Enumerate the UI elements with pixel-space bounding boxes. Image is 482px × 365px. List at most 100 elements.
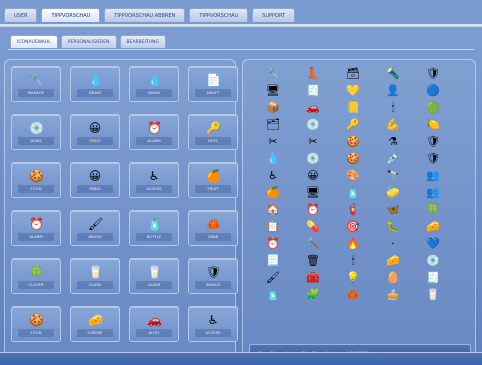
icon-slot[interactable]: ⏰ ALARM <box>129 114 179 150</box>
icon-slot[interactable]: 🧴 BOTTLE <box>129 210 179 246</box>
library-icon[interactable]: 🦋 <box>373 202 413 217</box>
library-icon[interactable]: 🖌 <box>253 270 293 285</box>
icon-slot[interactable]: 🍀 CLOVER <box>11 258 61 294</box>
icon-slot[interactable]: 🖌 BRUSH <box>70 210 120 246</box>
library-icon[interactable]: 🖥 <box>253 83 293 98</box>
library-icon[interactable]: 🍀 <box>413 202 453 217</box>
library-icon[interactable]: 📦 <box>253 100 293 115</box>
library-icon[interactable]: 🔑 <box>333 117 373 132</box>
tab-support[interactable]: SUPPORT <box>252 8 296 22</box>
library-icon[interactable]: 🧾 <box>293 83 333 98</box>
library-icon[interactable]: 🕯 <box>333 253 373 268</box>
library-icon[interactable]: 🦀 <box>333 287 373 302</box>
library-icon[interactable]: 🔦 <box>373 66 413 81</box>
library-icon[interactable]: 💿 <box>293 151 333 166</box>
library-icon[interactable]: 🗂 <box>253 117 293 132</box>
icon-slot[interactable]: 📄 DRAFT <box>188 66 238 102</box>
icon-slot[interactable]: 💿 DISKS <box>11 114 61 150</box>
library-icon[interactable]: 🥛 <box>413 287 453 302</box>
library-icon[interactable]: 🔭 <box>373 168 413 183</box>
library-icon[interactable]: 🧀 <box>373 253 413 268</box>
tab-user[interactable]: USER <box>4 8 38 22</box>
library-icon[interactable]: 🍋 <box>413 117 453 132</box>
library-icon[interactable]: 🕯 <box>373 100 413 115</box>
library-icon[interactable]: ✂ <box>293 134 333 149</box>
icon-slot[interactable]: 🚗 AUTO <box>129 306 179 342</box>
library-icon[interactable]: 🍊 <box>253 185 293 200</box>
library-icon[interactable]: 💿 <box>293 117 333 132</box>
library-icon[interactable]: 💉 <box>373 151 413 166</box>
library-icon[interactable]: 📒 <box>333 100 373 115</box>
library-icon[interactable]: 🔵 <box>413 83 453 98</box>
icon-slot[interactable]: 🥛 GLASS <box>70 258 120 294</box>
library-icon[interactable]: 💧 <box>253 151 293 166</box>
library-icon[interactable]: 💙 <box>413 236 453 251</box>
icon-slot[interactable]: 😀 SMILE <box>70 162 120 198</box>
library-icon[interactable]: 🧀 <box>413 219 453 234</box>
library-icon[interactable]: 🗑 <box>293 253 333 268</box>
library-icon[interactable]: 🧩 <box>293 287 333 302</box>
library-icon[interactable]: ⏰ <box>253 236 293 251</box>
library-icon[interactable]: 🧰 <box>293 270 333 285</box>
library-icon[interactable]: 🐛 <box>373 219 413 234</box>
library-icon[interactable]: 💊 <box>293 219 333 234</box>
tab-tippvorschau-abbren[interactable]: TIPPVORSCHAU ABBREN <box>104 8 186 22</box>
icon-slot[interactable]: 🍪 FOOD <box>11 162 61 198</box>
library-icon[interactable]: 🚗 <box>293 100 333 115</box>
library-icon[interactable]: 🗃 <box>333 66 373 81</box>
library-icon[interactable]: ⚗ <box>373 134 413 149</box>
library-icon[interactable]: 📃 <box>253 253 293 268</box>
library-icon[interactable]: 🔨 <box>293 236 333 251</box>
library-icon[interactable]: 🧴 <box>333 185 373 200</box>
library-icon[interactable]: 🥚 <box>373 270 413 285</box>
library-icon[interactable]: 💛 <box>333 83 373 98</box>
library-icon[interactable]: 💿 <box>413 253 453 268</box>
library-icon[interactable]: 🧯 <box>333 202 373 217</box>
library-icon[interactable]: 🔥 <box>333 236 373 251</box>
library-icon[interactable]: 🍪 <box>333 134 373 149</box>
library-icon[interactable]: 🎨 <box>333 168 373 183</box>
library-icon[interactable]: · <box>373 236 413 251</box>
icon-slot[interactable]: 💧 DRAIN <box>129 66 179 102</box>
icon-slot[interactable]: ♿ ACCESS <box>129 162 179 198</box>
library-icon[interactable]: 🥧 <box>373 287 413 302</box>
icon-slot[interactable]: 💧 DRAIN <box>70 66 120 102</box>
subtab-bearbeitung[interactable]: BEARBEITUNG <box>119 35 166 48</box>
library-icon[interactable]: 🛡 <box>413 151 453 166</box>
icon-slot[interactable]: 🛡 SHIELD <box>188 258 238 294</box>
icon-slot[interactable]: 🦀 CRAB <box>188 210 238 246</box>
library-icon[interactable]: 🛡 <box>413 66 453 81</box>
library-icon[interactable]: 👥 <box>413 168 453 183</box>
tab-tippvorschau-2[interactable]: TIPPVORSCHAU <box>189 8 249 22</box>
library-icon[interactable]: 🔧 <box>253 66 293 81</box>
library-icon[interactable]: ♿ <box>253 168 293 183</box>
library-icon[interactable]: 🍪 <box>333 151 373 166</box>
icon-slot[interactable]: ♿ ACCESS <box>188 306 238 342</box>
library-icon[interactable]: 👥 <box>413 185 453 200</box>
library-icon[interactable]: 🧾 <box>413 270 453 285</box>
library-icon[interactable]: ⏰ <box>293 202 333 217</box>
icon-slot[interactable]: 🧀 CHEESE <box>70 306 120 342</box>
library-icon[interactable]: 👢 <box>293 66 333 81</box>
icon-slot[interactable]: 🔑 KEYS <box>188 114 238 150</box>
library-icon[interactable]: 💪 <box>373 117 413 132</box>
icon-slot[interactable]: 🍊 FRUIT <box>188 162 238 198</box>
library-icon[interactable]: 😀 <box>293 168 333 183</box>
subtab-iconauswahl[interactable]: ICONAUSWAHL <box>10 35 58 48</box>
library-icon[interactable]: 🏠 <box>253 202 293 217</box>
library-icon[interactable]: 📋 <box>253 219 293 234</box>
library-icon[interactable]: 🧴 <box>253 287 293 302</box>
library-icon[interactable]: 🧽 <box>373 185 413 200</box>
library-icon[interactable]: 👤 <box>373 83 413 98</box>
library-icon[interactable]: 🛡 <box>413 134 453 149</box>
icon-slot[interactable]: 😀 SMILE <box>70 114 120 150</box>
icon-slot[interactable]: 🥛 GLASS <box>129 258 179 294</box>
library-icon[interactable]: 🟢 <box>413 100 453 115</box>
library-icon[interactable]: 💡 <box>333 270 373 285</box>
tab-tippvorschau[interactable]: TIPPVORSCHAU <box>41 8 101 22</box>
subtab-personalisieren[interactable]: PERSONALISIEREN <box>60 35 117 48</box>
library-icon[interactable]: ✂ <box>253 134 293 149</box>
icon-slot[interactable]: ⏰ ALARM <box>11 210 61 246</box>
icon-slot[interactable]: 🍪 FOOD <box>11 306 61 342</box>
icon-slot[interactable]: 🔧 MANAGE <box>11 66 61 102</box>
